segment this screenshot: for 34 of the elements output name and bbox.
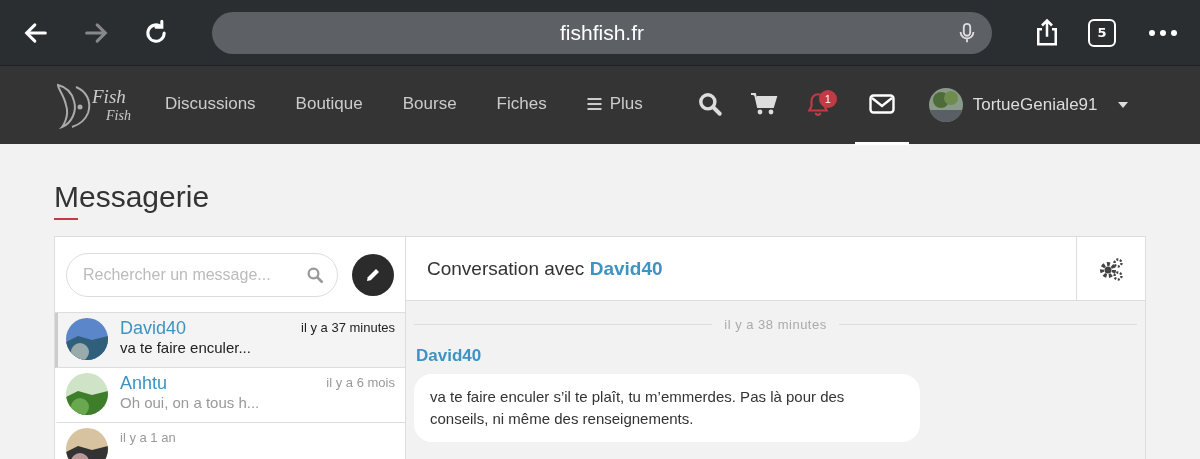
gears-icon xyxy=(1098,256,1124,281)
nav-link[interactable]: Discussions xyxy=(164,65,256,145)
search-icon[interactable] xyxy=(306,265,324,284)
logo-subtext: Fish xyxy=(106,108,131,124)
user-menu[interactable]: TortueGeniale91 xyxy=(928,88,1128,122)
more-icon[interactable] xyxy=(1148,28,1178,37)
caret-icon xyxy=(1117,102,1128,108)
message-preview: va te faire enculer... xyxy=(120,339,252,356)
menu-icon xyxy=(586,97,602,110)
search-field[interactable]: Rechercher un message... xyxy=(66,252,338,297)
message-bubble: va te faire enculer s’il te plaît, tu m’emmerdes. Pas là pour des conseils, ni même des renseignements. xyxy=(414,374,920,442)
message-time: il y a 6 mois xyxy=(326,375,395,390)
notification-badge: 1 xyxy=(818,89,837,108)
message-timestamp: il y a 38 minutes xyxy=(724,317,827,332)
more-menu-link[interactable]: Plus xyxy=(586,65,643,145)
nav-link[interactable]: Boutique xyxy=(295,65,363,145)
nav-link[interactable]: Fiches xyxy=(496,65,547,145)
logo-text: Fish xyxy=(92,86,127,108)
conversation-title: Conversation avec David40 xyxy=(426,257,663,280)
contact-name: David40 xyxy=(120,318,187,339)
message-time: il y a 1 an xyxy=(120,430,176,445)
contact-name: Anhtu xyxy=(120,373,168,394)
nav-link[interactable]: Bourse xyxy=(402,65,457,145)
conversation-item[interactable]: Anhtu il y a 6 mois Oh oui, on a tous h... xyxy=(55,368,405,423)
message-time: il y a 37 minutes xyxy=(301,320,395,335)
envelope-icon xyxy=(868,93,895,114)
cart-icon xyxy=(749,91,778,116)
notifications-button[interactable]: 1 xyxy=(790,65,845,145)
new-message-button[interactable] xyxy=(352,253,394,296)
conversation-item[interactable]: David40 il y a 37 minutes va te faire enculer... xyxy=(55,313,405,368)
message-preview: Oh oui, on a tous h... xyxy=(120,394,261,411)
search-icon xyxy=(696,90,723,117)
tab-count-button[interactable]: 5 xyxy=(1088,18,1116,47)
address-bar[interactable]: fishfish.fr xyxy=(212,11,992,54)
